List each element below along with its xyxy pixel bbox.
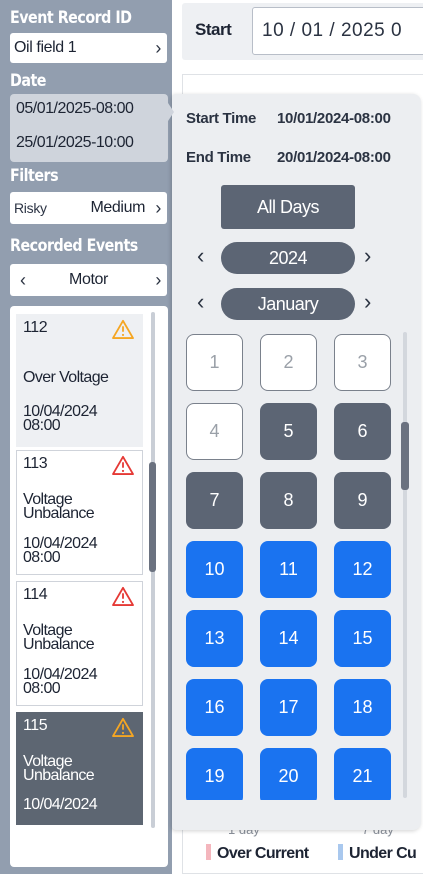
- calendar-day[interactable]: 13: [186, 610, 243, 667]
- event-title: Over Voltage: [23, 369, 109, 386]
- date-from: 05/01/2025-08:00: [16, 100, 134, 117]
- calendar-day[interactable]: 20: [260, 748, 317, 800]
- event-card[interactable]: 114 Voltage Unbalance 10/04/2024 08:00: [16, 581, 143, 706]
- calendar-day[interactable]: 5: [260, 403, 317, 460]
- event-card-selected[interactable]: 115 Voltage Unbalance 10/04/2024: [16, 712, 143, 825]
- month-display: January: [221, 288, 355, 320]
- filter-value: Medium: [90, 199, 145, 216]
- date-range-selector[interactable]: 05/01/2025-08:00 25/01/2025-10:00: [10, 94, 168, 162]
- calendar-day[interactable]: 18: [334, 679, 391, 736]
- legend-label: Over Current: [217, 845, 309, 862]
- warning-icon: [112, 319, 134, 339]
- critical-warning-icon: [112, 455, 134, 475]
- calendar-day[interactable]: 9: [334, 472, 391, 529]
- legend-swatch: [206, 844, 211, 860]
- end-time-label: End Time: [186, 149, 251, 166]
- calendar-day[interactable]: 4: [186, 403, 243, 460]
- event-id: 115: [23, 717, 48, 734]
- event-card[interactable]: 112 Over Voltage 10/04/2024 08:00: [16, 314, 143, 447]
- end-time-value: 20/01/2024-08:00: [277, 149, 391, 166]
- filter-selector[interactable]: Risky Medium ›: [10, 192, 167, 224]
- chevron-right-icon: ›: [155, 197, 161, 218]
- calendar-grid: 1 2 3 4 5 6 7 8 9 10 11 12 13 14 15 16 17 18 19 20 21: [172, 330, 421, 800]
- calendar-day[interactable]: 6: [334, 403, 391, 460]
- event-id: 114: [23, 586, 48, 603]
- event-date: 10/04/2024 08:00: [23, 403, 98, 434]
- event-date: 10/04/2024 08:00: [23, 535, 98, 566]
- record-value: Oil field 1: [14, 39, 77, 56]
- calendar-day[interactable]: 12: [334, 541, 391, 598]
- date-heading: Date: [10, 71, 46, 91]
- filters-heading: Filters: [10, 166, 59, 186]
- calendar-day[interactable]: 19: [186, 748, 243, 800]
- calendar-day[interactable]: 16: [186, 679, 243, 736]
- prev-month-icon[interactable]: ‹: [197, 289, 204, 315]
- calendar-day[interactable]: 10: [186, 541, 243, 598]
- category-selector[interactable]: ‹ Motor ›: [10, 264, 167, 296]
- category-value: Motor: [69, 271, 108, 288]
- event-title: Voltage Unbalance: [23, 753, 95, 784]
- calendar-day[interactable]: 2: [260, 334, 317, 391]
- critical-warning-icon: [112, 586, 134, 606]
- event-id: 112: [23, 319, 48, 336]
- chevron-right-icon[interactable]: ›: [155, 270, 161, 291]
- date-to: 25/01/2025-10:00: [16, 134, 134, 151]
- calendar-day[interactable]: 1: [186, 334, 243, 391]
- next-month-icon[interactable]: ›: [364, 289, 371, 315]
- warning-icon: [112, 717, 134, 737]
- calendar-day[interactable]: 7: [186, 472, 243, 529]
- event-title: Voltage Unbalance: [23, 622, 95, 653]
- popup-pointer: [166, 100, 174, 124]
- next-year-icon[interactable]: ›: [364, 243, 371, 269]
- record-selector[interactable]: Oil field 1 ›: [10, 33, 167, 63]
- recorded-events-heading: Recorded Events: [10, 236, 138, 256]
- legend-item-under-current: Under Cu: [338, 844, 417, 863]
- filter-label: Risky: [14, 200, 47, 216]
- event-card[interactable]: 113 Voltage Unbalance 10/04/2024 08:00: [16, 450, 143, 575]
- start-label: Start: [195, 20, 232, 39]
- calendar-scrollbar-thumb[interactable]: [401, 422, 409, 490]
- calendar-day[interactable]: 14: [260, 610, 317, 667]
- event-record-heading: Event Record ID: [10, 8, 132, 28]
- year-display: 2024: [221, 242, 355, 274]
- start-date-input[interactable]: 10 / 01 / 2025 0: [252, 7, 423, 55]
- chevron-right-icon: ›: [155, 37, 161, 58]
- events-scrollbar-thumb[interactable]: [149, 462, 156, 572]
- prev-year-icon[interactable]: ‹: [197, 243, 204, 269]
- event-date: 10/04/2024 08:00: [23, 666, 98, 697]
- calendar-day[interactable]: 11: [260, 541, 317, 598]
- calendar-day[interactable]: 21: [334, 748, 391, 800]
- calendar-day[interactable]: 15: [334, 610, 391, 667]
- event-title: Voltage Unbalance: [23, 491, 95, 522]
- calendar-scrollbar-track: [403, 332, 407, 798]
- start-time-value: 10/01/2024-08:00: [277, 110, 391, 127]
- start-date-value: 10 / 01 / 2025 0: [262, 20, 403, 41]
- event-date: 10/04/2024: [23, 796, 98, 813]
- calendar-day[interactable]: 17: [260, 679, 317, 736]
- all-days-button[interactable]: All Days: [221, 185, 355, 229]
- calendar-day[interactable]: 3: [334, 334, 391, 391]
- event-id: 113: [23, 455, 48, 472]
- legend-label: Under Cu: [349, 845, 417, 862]
- start-time-label: Start Time: [186, 110, 257, 127]
- legend-swatch: [338, 844, 343, 860]
- legend-item-over-current: Over Current: [206, 844, 309, 863]
- calendar-day[interactable]: 8: [260, 472, 317, 529]
